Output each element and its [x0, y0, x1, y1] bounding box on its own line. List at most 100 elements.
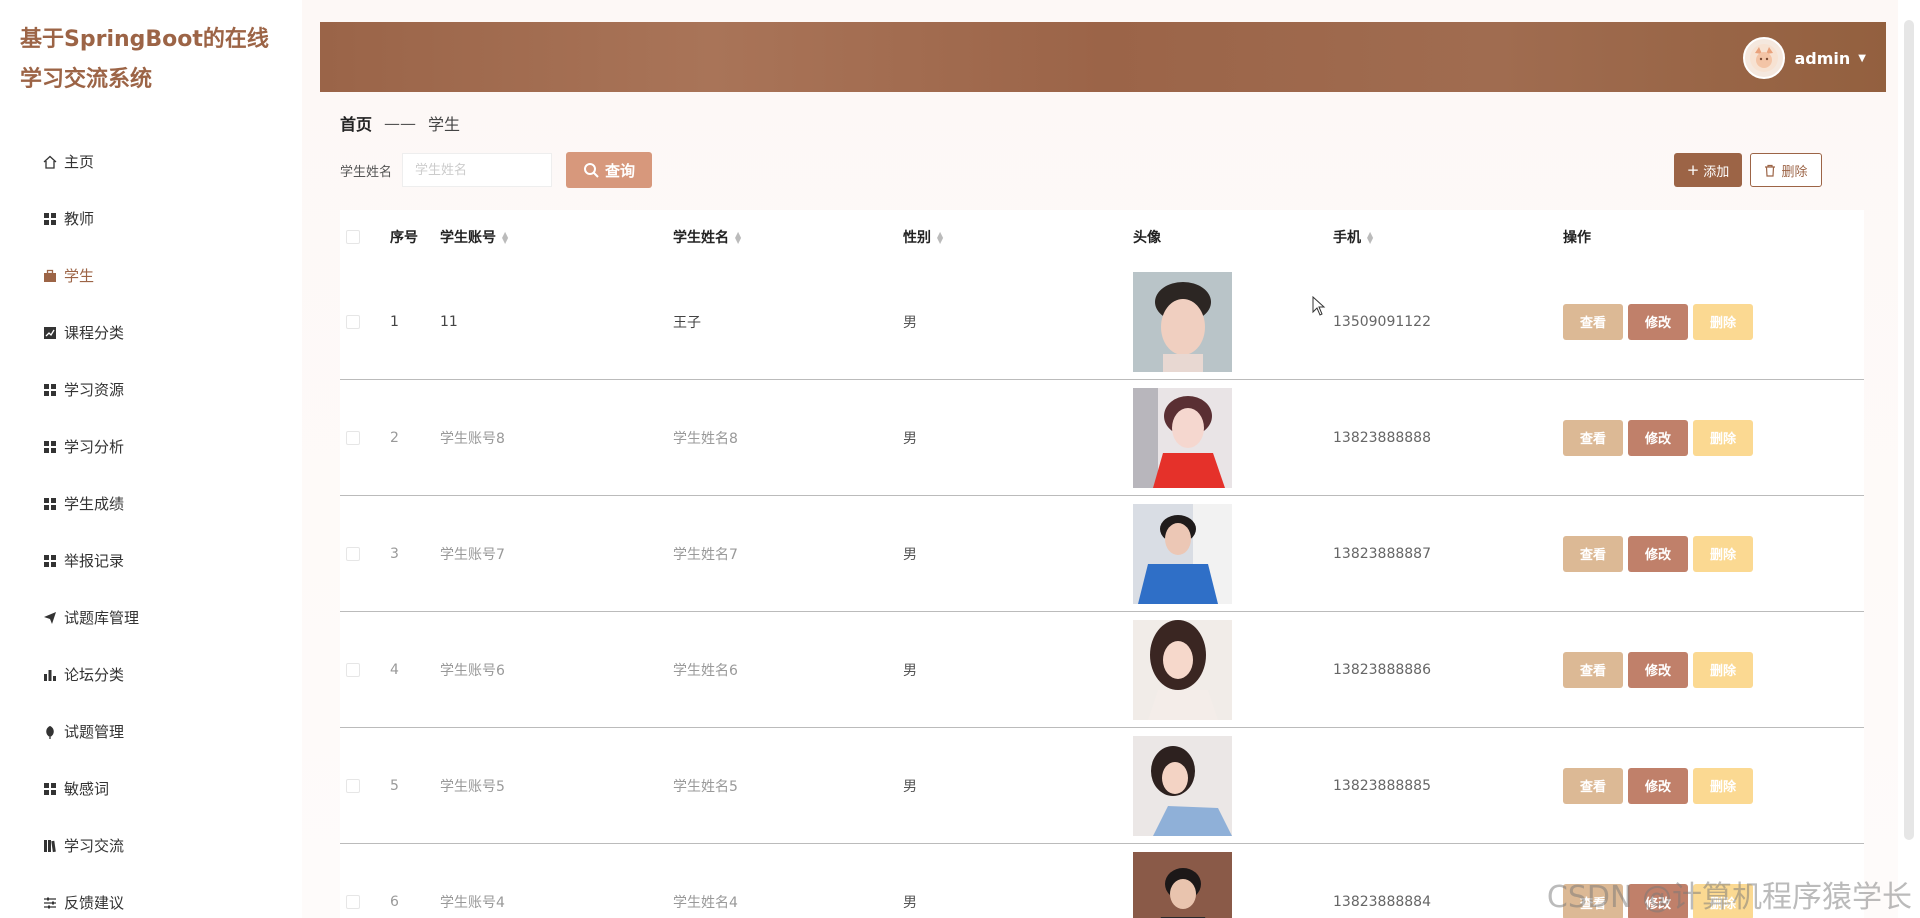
- delete-button[interactable]: 删除: [1693, 535, 1753, 572]
- sliders-icon: [43, 895, 63, 911]
- row-name: 学生姓名6: [673, 662, 738, 679]
- sidebar-item-exchange[interactable]: 学习交流: [43, 817, 139, 874]
- row-index: 2: [390, 429, 399, 446]
- row-gender: 男: [903, 314, 917, 331]
- search-button[interactable]: 查询: [566, 152, 653, 188]
- grid-icon: [43, 382, 63, 398]
- row-checkbox[interactable]: [346, 430, 360, 445]
- sidebar-item-home[interactable]: 主页: [43, 133, 139, 190]
- add-button[interactable]: + 添加: [1674, 153, 1742, 187]
- vertical-scrollbar[interactable]: [1898, 0, 1920, 918]
- delete-button[interactable]: 删除: [1693, 419, 1753, 456]
- sort-icon[interactable]: ▲ ▼: [502, 231, 508, 245]
- delete-button[interactable]: 删除: [1693, 303, 1753, 340]
- sidebar-item-label: 教师: [64, 210, 95, 228]
- sidebar-item-course-category[interactable]: 课程分类: [43, 304, 139, 361]
- sidebar-item-forum-category[interactable]: 论坛分类: [43, 646, 139, 703]
- home-icon: [43, 154, 63, 170]
- table-row: 1 11 王子 男 13509091122 查看 修改 删除: [340, 264, 1864, 380]
- sidebar-item-sensitive-words[interactable]: 敏感词: [43, 760, 139, 817]
- book-icon: [43, 838, 63, 854]
- row-checkbox[interactable]: [346, 546, 360, 561]
- sort-icon[interactable]: ▲ ▼: [1367, 231, 1373, 245]
- row-checkbox[interactable]: [346, 778, 360, 793]
- row-index: 1: [390, 313, 399, 330]
- toolbar-actions: + 添加 删除: [1674, 153, 1822, 187]
- view-button[interactable]: 查看: [1563, 419, 1623, 456]
- add-button-label: 添加: [1703, 164, 1730, 180]
- student-photo: [1133, 271, 1232, 372]
- row-checkbox[interactable]: [346, 314, 360, 329]
- search-label: 学生姓名: [340, 164, 393, 180]
- edit-button[interactable]: 修改: [1628, 535, 1688, 572]
- row-phone: 13823888885: [1333, 777, 1431, 794]
- grid-icon: [43, 211, 63, 227]
- row-avatar-cell: [1133, 852, 1333, 918]
- sidebar-item-grades[interactable]: 学生成绩: [43, 475, 139, 532]
- sidebar-item-reports[interactable]: 举报记录: [43, 532, 139, 589]
- watermark: CSDN @计算机程序猿学长: [1546, 880, 1912, 915]
- table-row: 4 学生账号6 学生姓名6 男 13823888886 查看 修改 删除: [340, 612, 1864, 728]
- user-menu[interactable]: admin ▼: [1742, 37, 1866, 79]
- row-account: 11: [440, 313, 458, 330]
- grid-icon: [43, 781, 63, 797]
- chart-icon: [43, 325, 63, 341]
- sidebar-item-student[interactable]: 学生: [43, 247, 139, 304]
- student-photo: [1133, 852, 1232, 918]
- view-button[interactable]: 查看: [1563, 535, 1623, 572]
- sidebar-item-feedback[interactable]: 反馈建议: [43, 874, 139, 918]
- sidebar-item-teacher[interactable]: 教师: [43, 190, 139, 247]
- sidebar-item-label: 举报记录: [64, 552, 125, 570]
- grid-icon: [43, 439, 63, 455]
- row-phone: 13823888886: [1333, 661, 1431, 678]
- row-gender: 男: [903, 546, 917, 563]
- row-name: 学生姓名7: [673, 546, 738, 563]
- search-button-label: 查询: [605, 161, 636, 180]
- scrollbar-thumb[interactable]: [1904, 20, 1914, 840]
- app-root: 基于SpringBoot的在线学习交流系统 主页 教师 学生 课程分类 学习资源: [0, 0, 1920, 918]
- sidebar-item-resources[interactable]: 学习资源: [43, 361, 139, 418]
- col-phone-label: 手机: [1333, 230, 1361, 246]
- leaf-icon: [43, 724, 63, 740]
- row-account: 学生账号6: [440, 662, 505, 679]
- row-name: 学生姓名5: [673, 778, 738, 795]
- sidebar-item-label: 敏感词: [64, 780, 110, 798]
- select-all-checkbox[interactable]: [346, 230, 360, 244]
- delete-button[interactable]: 删除: [1693, 767, 1753, 804]
- col-name[interactable]: 学生姓名 ▲ ▼: [673, 227, 903, 247]
- col-phone[interactable]: 手机 ▲ ▼: [1333, 227, 1563, 247]
- table-header: 序号 学生账号 ▲ ▼ 学生姓名 ▲ ▼ 性别 ▲ ▼ 头像 手机 ▲ ▼ 操作: [340, 210, 1864, 264]
- row-checkbox[interactable]: [346, 662, 360, 677]
- sort-icon[interactable]: ▲ ▼: [937, 231, 943, 245]
- view-button[interactable]: 查看: [1563, 303, 1623, 340]
- sidebar-item-analysis[interactable]: 学习分析: [43, 418, 139, 475]
- edit-button[interactable]: 修改: [1628, 303, 1688, 340]
- row-gender: 男: [903, 778, 917, 795]
- col-account[interactable]: 学生账号 ▲ ▼: [440, 227, 673, 247]
- delete-button[interactable]: 删除: [1693, 651, 1753, 688]
- row-checkbox-cell: [340, 430, 390, 445]
- sort-icon[interactable]: ▲ ▼: [735, 231, 741, 245]
- edit-button[interactable]: 修改: [1628, 651, 1688, 688]
- view-button[interactable]: 查看: [1563, 651, 1623, 688]
- batch-delete-button[interactable]: 删除: [1750, 153, 1822, 187]
- delete-button-label: 删除: [1781, 164, 1808, 180]
- edit-button[interactable]: 修改: [1628, 767, 1688, 804]
- row-checkbox[interactable]: [346, 895, 360, 909]
- col-gender[interactable]: 性别 ▲ ▼: [903, 227, 1133, 247]
- row-actions: 查看 修改 删除: [1563, 419, 1863, 456]
- sidebar-item-question-bank[interactable]: 试题库管理: [43, 589, 139, 646]
- table-row: 3 学生账号7 学生姓名7 男 13823888887 查看 修改 删除: [340, 496, 1864, 612]
- view-button[interactable]: 查看: [1563, 767, 1623, 804]
- search-bar: 学生姓名 查询: [340, 152, 653, 188]
- main-content: admin ▼ 首页 —— 学生 学生姓名 查询 + 添加 删除: [302, 0, 1898, 918]
- breadcrumb-home[interactable]: 首页: [340, 111, 372, 135]
- row-gender: 男: [903, 895, 917, 911]
- row-account: 学生账号4: [440, 895, 505, 911]
- table-row: 5 学生账号5 学生姓名5 男 13823888885 查看 修改 删除: [340, 728, 1864, 844]
- row-checkbox-cell: [340, 546, 390, 561]
- edit-button[interactable]: 修改: [1628, 419, 1688, 456]
- sidebar-item-label: 学习分析: [64, 438, 125, 456]
- search-input[interactable]: [402, 153, 553, 187]
- sidebar-item-questions[interactable]: 试题管理: [43, 703, 139, 760]
